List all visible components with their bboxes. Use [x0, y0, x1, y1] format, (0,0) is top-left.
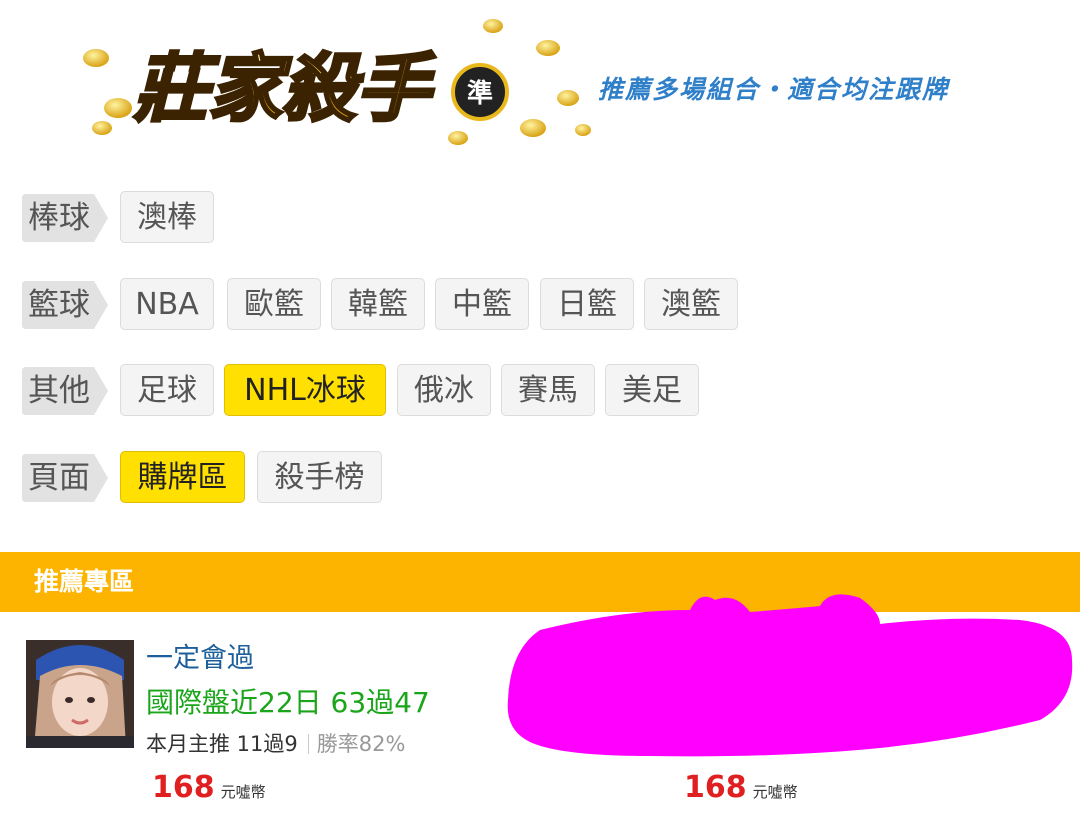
- site-logo[interactable]: 莊家殺手 準: [78, 18, 598, 150]
- divider: [307, 734, 309, 754]
- tipster-record: 國際盤近22日 63過47: [146, 686, 430, 719]
- tag-nhl-hockey[interactable]: NHL冰球: [224, 364, 386, 416]
- site-slogan: 推薦多場組合・適合均注跟牌: [598, 75, 950, 104]
- price-tag[interactable]: 168 元噓幣: [684, 770, 798, 805]
- tipster-name[interactable]: 一定會過: [146, 636, 254, 675]
- svg-text:準: 準: [467, 78, 493, 109]
- tag-japan-basketball[interactable]: 日籃: [540, 278, 634, 330]
- price-tag[interactable]: 168 元噓幣: [152, 770, 266, 805]
- price-value: 168: [684, 770, 747, 805]
- avatar[interactable]: [26, 640, 134, 748]
- tag-euro-basketball[interactable]: 歐籃: [227, 278, 321, 330]
- tag-purchase-area[interactable]: 購牌區: [120, 451, 245, 503]
- tag-horse-racing[interactable]: 賽馬: [501, 364, 595, 416]
- tag-killer-ranking[interactable]: 殺手榜: [257, 451, 382, 503]
- price-unit: 元噓幣: [752, 783, 798, 801]
- logo-badge: 準: [451, 63, 509, 121]
- tag-aus-baseball[interactable]: 澳棒: [120, 191, 214, 243]
- monthly-stats: 本月主推 11過9 勝率82%: [146, 728, 405, 758]
- price-value: 168: [152, 770, 215, 805]
- category-label-other: 其他: [22, 367, 108, 415]
- tag-china-basketball[interactable]: 中籃: [435, 278, 529, 330]
- monthly-record: 本月主推 11過9: [146, 732, 298, 756]
- tag-russia-hockey[interactable]: 俄冰: [397, 364, 491, 416]
- win-rate: 勝率82%: [316, 732, 406, 756]
- redaction-scribble: [507, 594, 1073, 757]
- category-label-pages: 頁面: [22, 454, 108, 502]
- tag-nba[interactable]: NBA: [120, 278, 214, 330]
- tag-aus-basketball[interactable]: 澳籃: [644, 278, 738, 330]
- tag-american-football[interactable]: 美足: [605, 364, 699, 416]
- category-label-basketball: 籃球: [22, 281, 108, 329]
- category-label-baseball: 棒球: [22, 194, 108, 242]
- tag-soccer[interactable]: 足球: [120, 364, 214, 416]
- tag-korea-basketball[interactable]: 韓籃: [331, 278, 425, 330]
- price-unit: 元噓幣: [220, 783, 266, 801]
- recommend-section-title: 推薦專區: [34, 567, 135, 596]
- logo-text: 莊家殺手: [133, 46, 436, 132]
